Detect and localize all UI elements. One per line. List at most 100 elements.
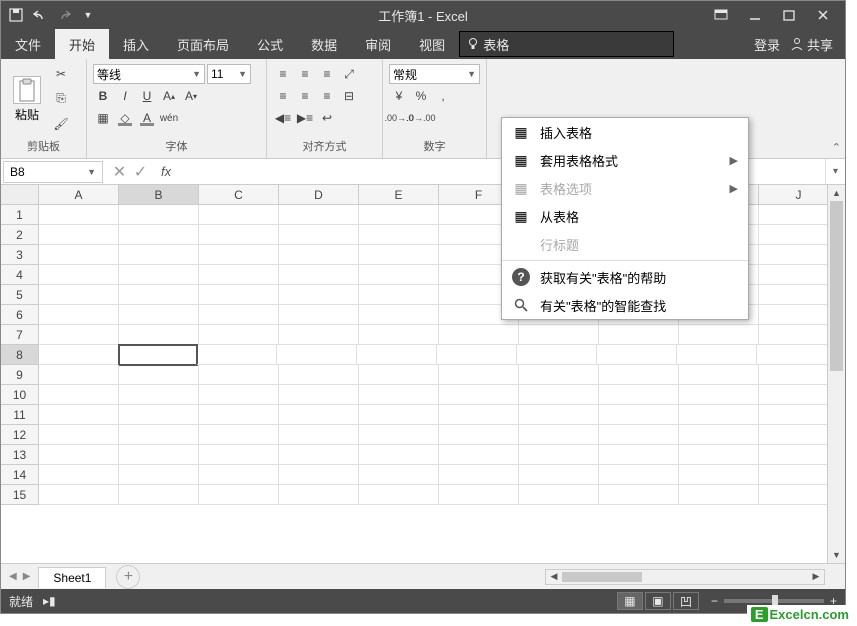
cell[interactable]: [279, 385, 359, 405]
cell[interactable]: [439, 485, 519, 505]
row-header[interactable]: 3: [1, 245, 39, 265]
add-sheet-button[interactable]: +: [116, 565, 140, 589]
cell[interactable]: [119, 385, 199, 405]
phonetic-button[interactable]: wén: [159, 108, 179, 128]
cell[interactable]: [279, 265, 359, 285]
row-header[interactable]: 5: [1, 285, 39, 305]
col-header[interactable]: E: [359, 185, 439, 204]
cell[interactable]: [359, 285, 439, 305]
tab-file[interactable]: 文件: [1, 29, 55, 59]
row-header[interactable]: 7: [1, 325, 39, 345]
orientation-button[interactable]: ⤢: [339, 64, 359, 84]
cell[interactable]: [599, 445, 679, 465]
close-icon[interactable]: [815, 7, 831, 23]
cell[interactable]: [519, 425, 599, 445]
redo-icon[interactable]: [55, 6, 73, 24]
row-header[interactable]: 13: [1, 445, 39, 465]
cell[interactable]: [519, 405, 599, 425]
comma-button[interactable]: ,: [433, 86, 453, 106]
cell[interactable]: [119, 285, 199, 305]
cell[interactable]: [519, 385, 599, 405]
align-center-button[interactable]: ≡: [295, 86, 315, 106]
maximize-icon[interactable]: [781, 7, 797, 23]
cell[interactable]: [119, 425, 199, 445]
align-top-button[interactable]: ≡: [273, 64, 293, 84]
cell[interactable]: [279, 245, 359, 265]
minimize-icon[interactable]: [747, 7, 763, 23]
row-header[interactable]: 1: [1, 205, 39, 225]
paste-button[interactable]: 粘贴: [5, 61, 49, 137]
cell[interactable]: [597, 345, 677, 365]
tab-review[interactable]: 审阅: [351, 29, 405, 59]
decrease-decimal-button[interactable]: .0→.00: [411, 108, 431, 128]
hscroll-thumb[interactable]: [562, 572, 642, 582]
cell[interactable]: [519, 365, 599, 385]
cell[interactable]: [119, 465, 199, 485]
grow-font-button[interactable]: A▴: [159, 86, 179, 106]
vertical-scrollbar[interactable]: ▲ ▼: [827, 185, 845, 563]
cell[interactable]: [679, 425, 759, 445]
cell[interactable]: [279, 465, 359, 485]
cell[interactable]: [437, 345, 517, 365]
percent-button[interactable]: %: [411, 86, 431, 106]
sheet-tab-1[interactable]: Sheet1: [38, 567, 106, 588]
cell[interactable]: [359, 405, 439, 425]
cell[interactable]: [279, 225, 359, 245]
align-bottom-button[interactable]: ≡: [317, 64, 337, 84]
cell[interactable]: [119, 445, 199, 465]
cell[interactable]: [39, 385, 119, 405]
cell[interactable]: [517, 345, 597, 365]
cell[interactable]: [199, 225, 279, 245]
cell[interactable]: [39, 305, 119, 325]
cell[interactable]: [199, 465, 279, 485]
format-painter-button[interactable]: 🖌: [51, 114, 71, 134]
currency-button[interactable]: ¥: [389, 86, 409, 106]
cell[interactable]: [119, 205, 199, 225]
row-header[interactable]: 15: [1, 485, 39, 505]
menu-smart-lookup[interactable]: 有关"表格"的智能查找: [502, 291, 748, 319]
cell[interactable]: [39, 265, 119, 285]
cell[interactable]: [199, 205, 279, 225]
cell[interactable]: [359, 205, 439, 225]
vscroll-thumb[interactable]: [830, 201, 843, 371]
login-link[interactable]: 登录: [754, 35, 780, 54]
cell[interactable]: [279, 485, 359, 505]
cell[interactable]: [39, 405, 119, 425]
cell[interactable]: [39, 425, 119, 445]
cell[interactable]: [359, 225, 439, 245]
tab-insert[interactable]: 插入: [109, 29, 163, 59]
cell[interactable]: [599, 325, 679, 345]
col-header[interactable]: B: [119, 185, 199, 204]
qat-dropdown-icon[interactable]: ▼: [79, 6, 97, 24]
row-header[interactable]: 10: [1, 385, 39, 405]
row-header[interactable]: 9: [1, 365, 39, 385]
prev-sheet-icon[interactable]: ◀: [9, 571, 17, 582]
cell[interactable]: [279, 325, 359, 345]
cell[interactable]: [39, 285, 119, 305]
cell[interactable]: [439, 425, 519, 445]
cell[interactable]: [439, 385, 519, 405]
menu-apply-table-format[interactable]: ▦ 套用表格格式 ▶: [502, 146, 748, 174]
row-header[interactable]: 12: [1, 425, 39, 445]
collapse-ribbon-icon[interactable]: ⌃: [832, 141, 841, 154]
border-button[interactable]: ▦: [93, 108, 113, 128]
tab-formulas[interactable]: 公式: [243, 29, 297, 59]
cell[interactable]: [599, 465, 679, 485]
cell[interactable]: [359, 305, 439, 325]
decrease-indent-button[interactable]: ◀≡: [273, 108, 293, 128]
cell[interactable]: [39, 325, 119, 345]
cell[interactable]: [359, 325, 439, 345]
cell[interactable]: [359, 465, 439, 485]
expand-formula-bar-icon[interactable]: ▾: [825, 159, 845, 184]
cell[interactable]: [119, 245, 199, 265]
col-header[interactable]: D: [279, 185, 359, 204]
cell[interactable]: [519, 325, 599, 345]
cell[interactable]: [359, 265, 439, 285]
scroll-left-icon[interactable]: ◀: [546, 570, 562, 584]
scroll-up-icon[interactable]: ▲: [828, 185, 845, 201]
cell[interactable]: [679, 485, 759, 505]
cell[interactable]: [599, 405, 679, 425]
zoom-out-button[interactable]: −: [711, 594, 718, 608]
cell[interactable]: [199, 245, 279, 265]
cell[interactable]: [599, 385, 679, 405]
